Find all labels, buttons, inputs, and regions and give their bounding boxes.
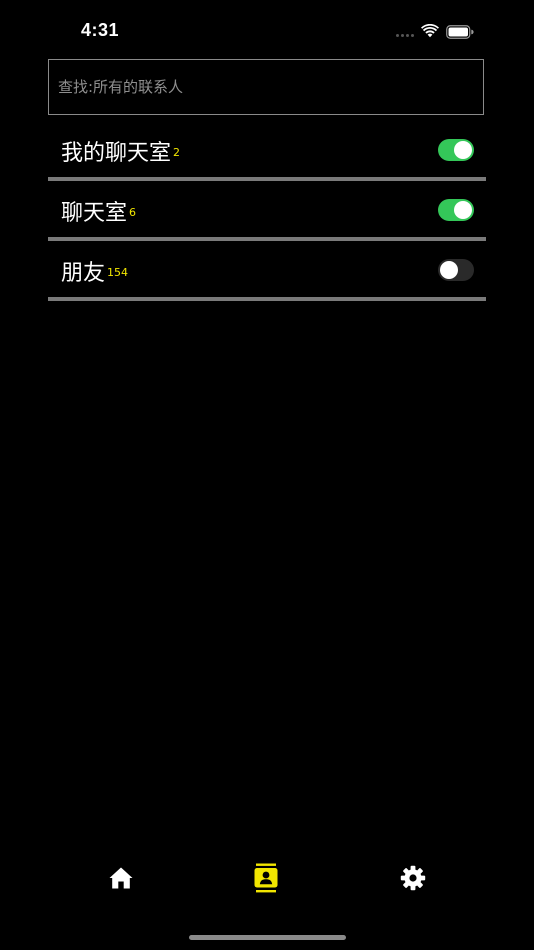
tab-bar [0, 855, 534, 905]
list-item-friends[interactable]: 朋友 154 [48, 241, 486, 301]
tab-settings[interactable] [398, 863, 428, 893]
gear-icon [400, 865, 426, 891]
toggle-switch[interactable] [438, 139, 474, 161]
tab-home[interactable] [106, 863, 136, 893]
contact-group-list: 我的聊天室 2 聊天室 6 朋友 154 [48, 121, 486, 301]
list-item-label: 我的聊天室 2 [61, 135, 180, 167]
list-item-my-chatrooms[interactable]: 我的聊天室 2 [48, 121, 486, 181]
toggle-knob [440, 261, 458, 279]
cellular-signal-icon [396, 34, 414, 37]
list-item-title: 聊天室 [61, 201, 128, 226]
contacts-icon [254, 863, 278, 893]
count-badge: 2 [173, 146, 181, 159]
battery-icon [446, 25, 474, 39]
list-item-chatrooms[interactable]: 聊天室 6 [48, 181, 486, 241]
home-icon [109, 867, 133, 889]
list-item-label: 朋友 154 [61, 255, 128, 287]
list-item-title: 朋友 [61, 261, 106, 286]
home-indicator[interactable] [189, 935, 346, 940]
list-item-label: 聊天室 6 [61, 195, 136, 227]
tab-contacts[interactable] [251, 863, 281, 893]
status-bar: 4:31 [0, 0, 534, 60]
toggle-knob [454, 141, 472, 159]
list-item-title: 我的聊天室 [61, 141, 172, 166]
toggle-switch[interactable] [438, 199, 474, 221]
wifi-icon [421, 24, 439, 38]
toggle-switch[interactable] [438, 259, 474, 281]
search-box [48, 59, 484, 115]
toggle-knob [454, 201, 472, 219]
count-badge: 6 [129, 206, 137, 219]
status-time: 4:31 [81, 20, 120, 40]
search-input[interactable] [56, 77, 483, 97]
count-badge: 154 [107, 266, 129, 279]
